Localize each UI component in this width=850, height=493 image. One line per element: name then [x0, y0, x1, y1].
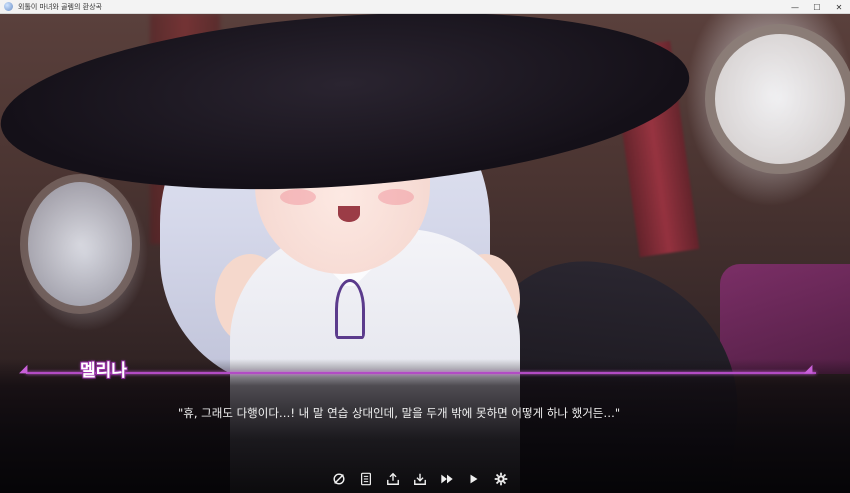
speaker-name: 멜리나	[80, 360, 127, 382]
app-icon	[4, 2, 13, 11]
character-mouth	[338, 206, 360, 222]
background-purple-cloth	[720, 264, 850, 374]
auto-play-icon[interactable]	[465, 470, 483, 488]
dialogue-text: "휴, 그래도 다행이다…! 내 말 연습 상대인데, 말을 두개 밖에 못하면…	[178, 406, 621, 420]
window-title-bar: 외톨이 마녀와 골렘의 환상곡 — ☐ ✕	[0, 0, 850, 14]
skip-unread-icon[interactable]	[330, 470, 348, 488]
divider-left-ornament-icon: ◢	[19, 362, 28, 375]
name-divider-line	[26, 372, 816, 374]
game-scene[interactable]: ◢ ◢ 멜리나 "휴, 그래도 다행이다…! 내 말 연습 상대인데, 말을 두…	[0, 14, 850, 493]
settings-gear-icon[interactable]	[492, 470, 510, 488]
load-icon[interactable]	[411, 470, 429, 488]
character-ribbon	[335, 279, 365, 339]
character-blush-right	[378, 189, 414, 205]
save-icon[interactable]	[384, 470, 402, 488]
minimize-button[interactable]: —	[784, 0, 806, 14]
background-round-window-left	[20, 174, 140, 314]
fast-forward-icon[interactable]	[438, 470, 456, 488]
character-blush-left	[280, 189, 316, 205]
divider-right-ornament-icon: ◢	[804, 362, 813, 375]
close-button[interactable]: ✕	[828, 0, 850, 14]
log-icon[interactable]	[357, 470, 375, 488]
background-round-window-right	[705, 24, 850, 174]
maximize-button[interactable]: ☐	[806, 0, 828, 14]
window-controls: — ☐ ✕	[784, 0, 850, 14]
quick-menu	[330, 470, 510, 488]
window-title: 외톨이 마녀와 골렘의 환상곡	[18, 2, 102, 11]
